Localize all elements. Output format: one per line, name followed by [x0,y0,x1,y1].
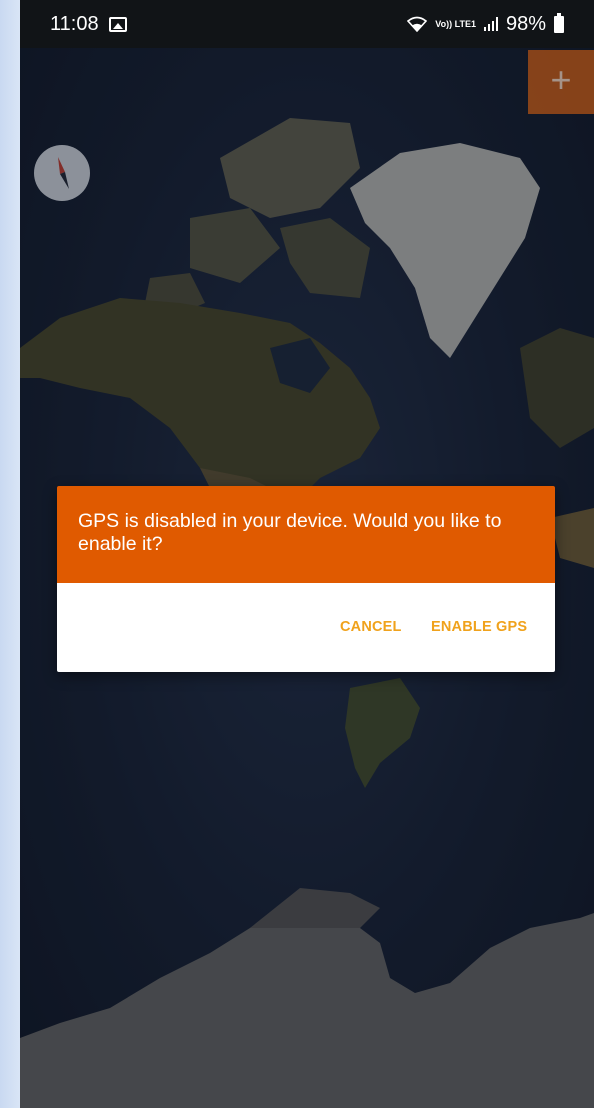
dialog-actions: CANCEL ENABLE GPS [57,583,555,672]
dialog-header: GPS is disabled in your device. Would yo… [57,486,555,583]
enable-gps-button[interactable]: ENABLE GPS [431,619,527,635]
gallery-icon [108,16,127,32]
gps-disabled-dialog: GPS is disabled in your device. Would yo… [57,486,555,672]
status-bar: 11:08 Vo)) LTE1 98% [20,0,594,48]
volte-indicator: Vo)) LTE1 [435,18,476,29]
status-right: Vo)) LTE1 98% [407,12,564,36]
status-left: 11:08 [50,13,127,36]
cancel-button[interactable]: CANCEL [340,619,402,635]
status-time: 11:08 [50,12,99,35]
zoom-in-button[interactable]: + [528,50,594,114]
wifi-icon [407,16,428,32]
compass-icon[interactable] [34,145,90,201]
dialog-message: GPS is disabled in your device. Would yo… [78,510,502,555]
battery-icon [554,12,564,33]
phone-screen: 11:08 Vo)) LTE1 98% + GPS is disabled in… [20,0,594,1108]
compass-needle-icon [58,157,69,189]
signal-icon [483,17,498,31]
battery-percent: 98% [505,12,546,35]
